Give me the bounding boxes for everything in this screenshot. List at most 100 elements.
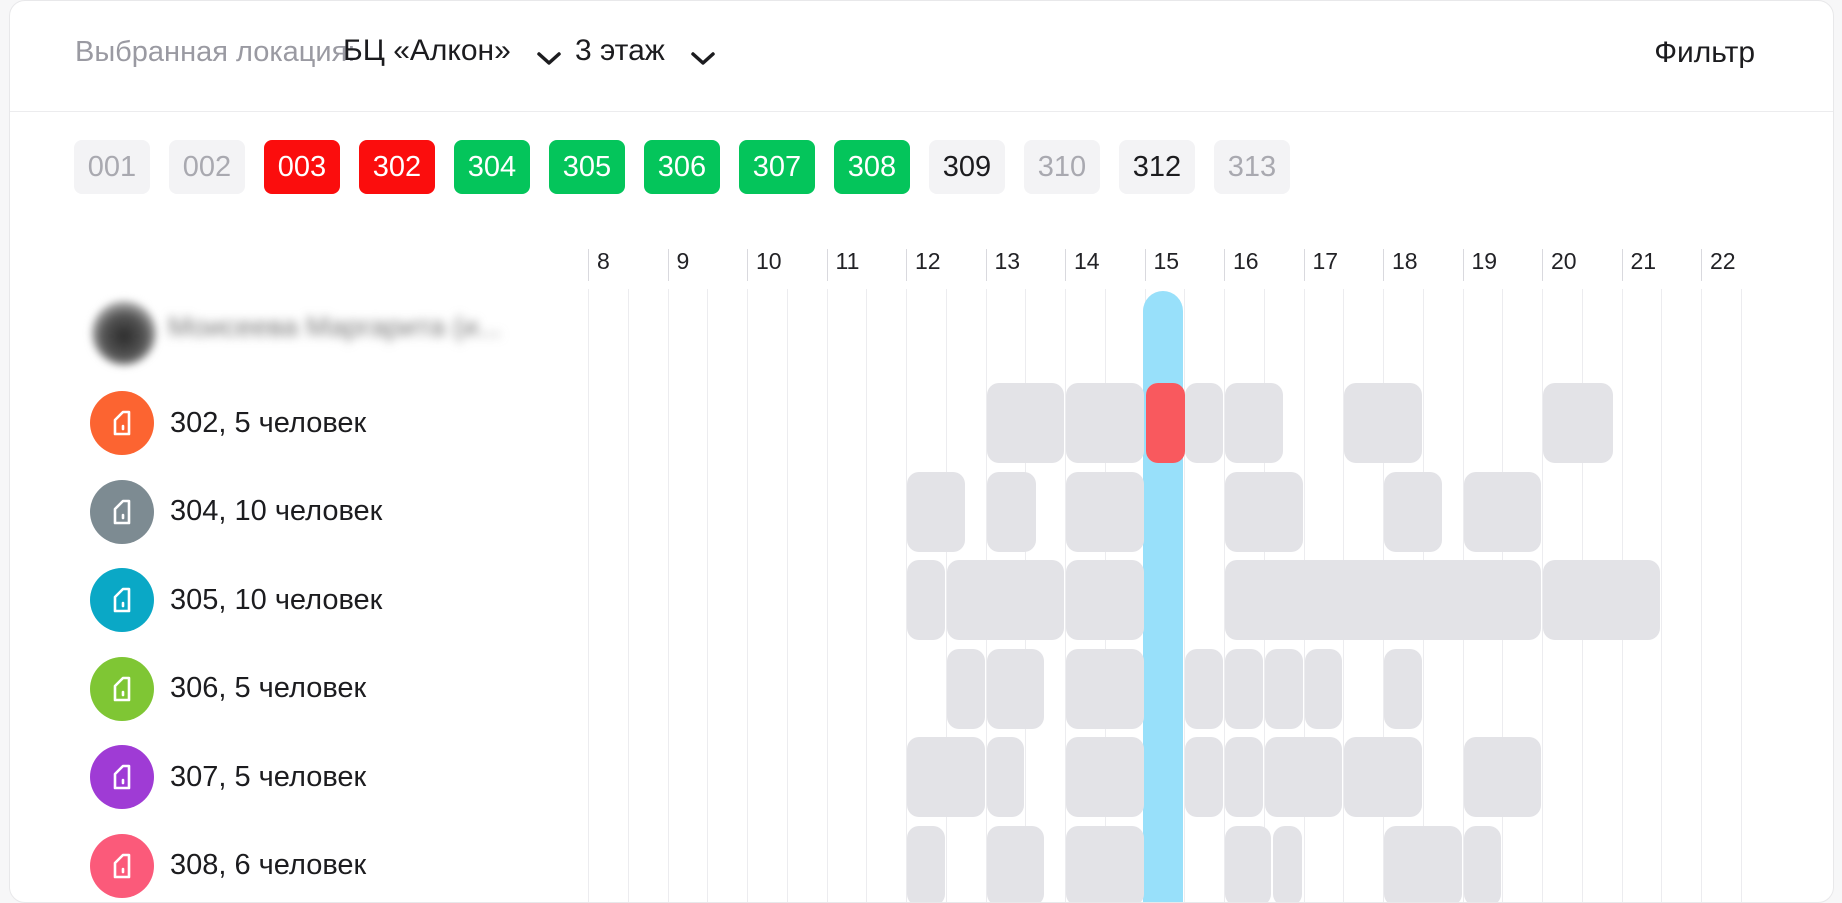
- hour-label: 16: [1224, 249, 1259, 281]
- booking-block[interactable]: [1225, 383, 1283, 463]
- hour-label: 21: [1621, 249, 1656, 281]
- room-chip-313[interactable]: 313: [1214, 140, 1290, 194]
- hour-label: 12: [906, 249, 941, 281]
- booking-block[interactable]: [1225, 648, 1263, 729]
- booking-block[interactable]: [907, 737, 985, 817]
- room-row-label[interactable]: 308, 6 человек: [90, 833, 366, 899]
- room-row-label[interactable]: 307, 5 человек: [90, 744, 366, 810]
- chevron-down-icon: [535, 42, 563, 65]
- location-value: БЦ «Алкон»: [343, 34, 511, 67]
- booking-block[interactable]: [1344, 383, 1422, 463]
- booking-block[interactable]: [907, 825, 945, 902]
- room-chip-310[interactable]: 310: [1024, 140, 1100, 194]
- grid-line: [747, 289, 748, 902]
- booking-block[interactable]: [1543, 383, 1613, 463]
- floor-value: 3 этаж: [575, 34, 665, 67]
- grid-line: [1661, 289, 1663, 902]
- booking-block[interactable]: [1066, 471, 1144, 552]
- grid-line: [588, 289, 589, 902]
- booking-block[interactable]: [1225, 471, 1303, 552]
- room-chip-list: 001 002 003 302 304 305 306 307 308 309 310 312 313: [74, 140, 1290, 194]
- booking-block[interactable]: [946, 560, 1064, 640]
- room-chip-309[interactable]: 309: [929, 140, 1005, 194]
- booking-block[interactable]: [907, 471, 965, 552]
- room-chip-003[interactable]: 003: [264, 140, 340, 194]
- hour-label: 19: [1462, 249, 1497, 281]
- grid-line: [1701, 289, 1702, 902]
- booking-block[interactable]: [1463, 825, 1502, 902]
- booking-block[interactable]: [1185, 648, 1223, 729]
- room-row-label[interactable]: 306, 5 человек: [90, 656, 366, 722]
- booking-block[interactable]: [1264, 648, 1303, 729]
- booking-block[interactable]: [1264, 737, 1343, 817]
- room-row-text: 302, 5 человек: [170, 406, 367, 439]
- room-chip-001[interactable]: 001: [74, 140, 150, 194]
- current-booking-block[interactable]: [1145, 383, 1186, 463]
- booking-block[interactable]: [1463, 737, 1541, 817]
- booking-block[interactable]: [1066, 825, 1144, 902]
- booking-block[interactable]: [986, 648, 1045, 729]
- room-chip-302[interactable]: 302: [359, 140, 435, 194]
- booking-block[interactable]: [1225, 825, 1271, 902]
- room-chip-308[interactable]: 308: [834, 140, 910, 194]
- booking-block[interactable]: [946, 648, 985, 729]
- room-chip-306[interactable]: 306: [644, 140, 720, 194]
- hour-label: 15: [1144, 249, 1179, 281]
- room-chip-304[interactable]: 304: [454, 140, 530, 194]
- grid-line: [826, 289, 828, 902]
- location-dropdown[interactable]: БЦ «Алкон»: [343, 34, 563, 68]
- booking-block[interactable]: [986, 737, 1025, 817]
- room-chip-307[interactable]: 307: [739, 140, 815, 194]
- floor-dropdown[interactable]: 3 этаж: [575, 34, 717, 68]
- booking-block[interactable]: [1066, 648, 1144, 729]
- room-chip-002[interactable]: 002: [169, 140, 245, 194]
- booking-block[interactable]: [1304, 648, 1343, 729]
- grid-line: [707, 289, 709, 902]
- room-row-label[interactable]: 305, 10 человек: [90, 567, 382, 633]
- hour-label: 8: [588, 249, 610, 281]
- hour-label: 13: [985, 249, 1020, 281]
- booking-block[interactable]: [1066, 737, 1144, 817]
- location-label: Выбранная локация:: [75, 36, 356, 68]
- booking-block[interactable]: [1185, 383, 1223, 463]
- room-chip-305[interactable]: 305: [549, 140, 625, 194]
- grid-line: [667, 289, 669, 902]
- grid-line: [866, 289, 868, 902]
- room-door-icon: [90, 568, 154, 632]
- user-avatar: [92, 301, 156, 365]
- booking-block[interactable]: [986, 825, 1045, 902]
- booking-block[interactable]: [907, 560, 945, 640]
- hour-label: 11: [826, 249, 859, 281]
- booking-block[interactable]: [986, 471, 1037, 552]
- filter-button[interactable]: Фильтр: [1654, 36, 1755, 70]
- location-bar: Выбранная локация: БЦ «Алкон» 3 этаж Фил…: [10, 1, 1833, 112]
- booking-block[interactable]: [1384, 471, 1442, 552]
- grid-line: [1740, 289, 1742, 902]
- hour-label: 9: [667, 249, 689, 281]
- room-row-label[interactable]: 302, 5 человек: [90, 390, 366, 456]
- room-door-icon: [90, 745, 154, 809]
- booking-block[interactable]: [1384, 825, 1462, 902]
- room-door-icon: [90, 479, 154, 544]
- room-row-text: 308, 6 человек: [170, 849, 367, 881]
- booking-block[interactable]: [1066, 383, 1144, 463]
- booking-block[interactable]: [1185, 737, 1223, 817]
- booking-block[interactable]: [1344, 737, 1422, 817]
- grid-line: [786, 289, 788, 902]
- booking-block[interactable]: [1384, 648, 1422, 729]
- booking-block[interactable]: [1225, 737, 1263, 817]
- booking-block[interactable]: [1463, 471, 1541, 552]
- room-door-icon: [90, 656, 154, 721]
- booking-block[interactable]: [1543, 560, 1661, 640]
- room-row-text: 307, 5 человек: [170, 760, 367, 793]
- hour-label: 17: [1303, 249, 1338, 281]
- room-row-text: 304, 10 человек: [170, 495, 383, 527]
- booking-block[interactable]: [1225, 560, 1541, 640]
- booking-block[interactable]: [986, 383, 1064, 463]
- booking-block[interactable]: [1272, 825, 1303, 902]
- grid-line: [627, 289, 629, 902]
- room-row-text: 306, 5 человек: [170, 672, 367, 704]
- room-chip-312[interactable]: 312: [1119, 140, 1195, 194]
- room-row-label[interactable]: 304, 10 человек: [90, 479, 382, 545]
- booking-block[interactable]: [1066, 560, 1144, 640]
